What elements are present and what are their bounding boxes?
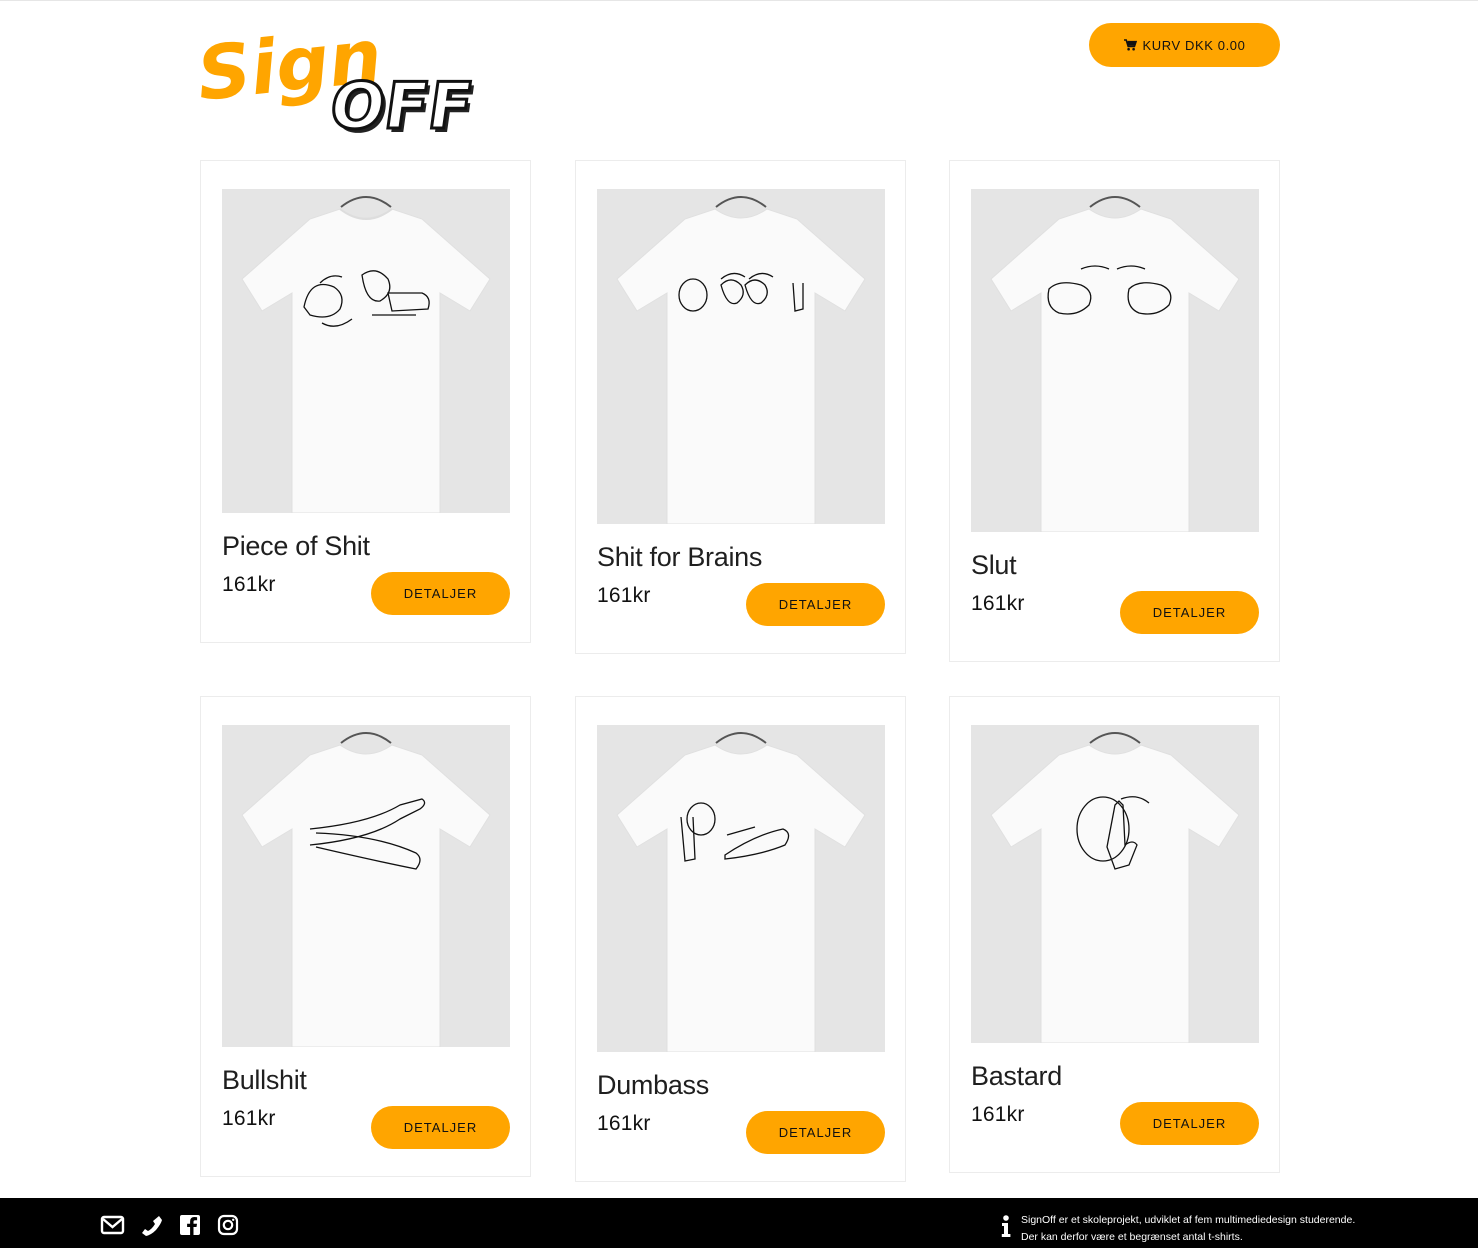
footer-info-line-1: SignOff er et skoleprojekt, udviklet af …: [1021, 1214, 1356, 1226]
product-title[interactable]: Shit for Brains: [597, 542, 762, 573]
logo-off-text: OFF: [325, 69, 477, 142]
cart-label: KURV DKK 0.00: [1142, 37, 1246, 53]
product-image[interactable]: [597, 189, 885, 524]
footer: SignOff er et skoleprojekt, udviklet af …: [0, 1198, 1478, 1248]
product-price: 161kr: [597, 584, 651, 607]
top-border: [0, 0, 1478, 1]
product-title[interactable]: Bastard: [971, 1061, 1062, 1092]
product-title[interactable]: Piece of Shit: [222, 531, 370, 562]
tshirt-illustration: [971, 725, 1259, 1043]
product-image[interactable]: [222, 189, 510, 513]
details-button[interactable]: DETALJER: [746, 1111, 885, 1154]
footer-info-text: SignOff er et skoleprojekt, udviklet af …: [1021, 1212, 1355, 1246]
product-title[interactable]: Dumbass: [597, 1070, 709, 1101]
tshirt-illustration: [222, 725, 510, 1047]
product-card: Dumbass 161kr DETALJER: [575, 696, 906, 1182]
product-card: Bullshit 161kr DETALJER: [200, 696, 531, 1177]
tshirt-illustration: [971, 189, 1259, 532]
envelope-icon[interactable]: [100, 1214, 125, 1236]
product-price: 161kr: [222, 573, 276, 596]
signoff-logo[interactable]: Sign OFF OFF: [196, 14, 486, 142]
product-image[interactable]: [597, 725, 885, 1052]
footer-info-line-2: Der kan derfor være et begrænset antal t…: [1021, 1231, 1243, 1243]
product-price: 161kr: [597, 1112, 651, 1135]
phone-icon[interactable]: [140, 1214, 164, 1236]
facebook-icon[interactable]: [179, 1214, 201, 1236]
tshirt-illustration: [597, 725, 885, 1052]
product-title[interactable]: Bullshit: [222, 1065, 307, 1096]
cart-button[interactable]: KURV DKK 0.00: [1089, 23, 1280, 67]
product-image[interactable]: [222, 725, 510, 1047]
details-button[interactable]: DETALJER: [1120, 1102, 1259, 1145]
product-card: Slut 161kr DETALJER: [949, 160, 1280, 662]
logo-graphic: Sign OFF OFF: [196, 14, 481, 142]
product-card: Piece of Shit 161kr DETALJER: [200, 160, 531, 643]
tshirt-illustration: [222, 189, 510, 513]
details-button[interactable]: DETALJER: [1120, 591, 1259, 634]
product-price: 161kr: [971, 592, 1025, 615]
details-button[interactable]: DETALJER: [371, 1106, 510, 1149]
product-price: 161kr: [222, 1107, 276, 1130]
cart-icon: [1123, 39, 1137, 51]
product-card: Shit for Brains 161kr DETALJER: [575, 160, 906, 654]
instagram-icon[interactable]: [217, 1214, 239, 1236]
product-price: 161kr: [971, 1103, 1025, 1126]
tshirt-illustration: [597, 189, 885, 524]
info-icon: [998, 1214, 1014, 1238]
details-button[interactable]: DETALJER: [371, 572, 510, 615]
product-card: Bastard 161kr DETALJER: [949, 696, 1280, 1173]
product-title[interactable]: Slut: [971, 550, 1017, 581]
details-button[interactable]: DETALJER: [746, 583, 885, 626]
product-image[interactable]: [971, 725, 1259, 1043]
product-image[interactable]: [971, 189, 1259, 532]
